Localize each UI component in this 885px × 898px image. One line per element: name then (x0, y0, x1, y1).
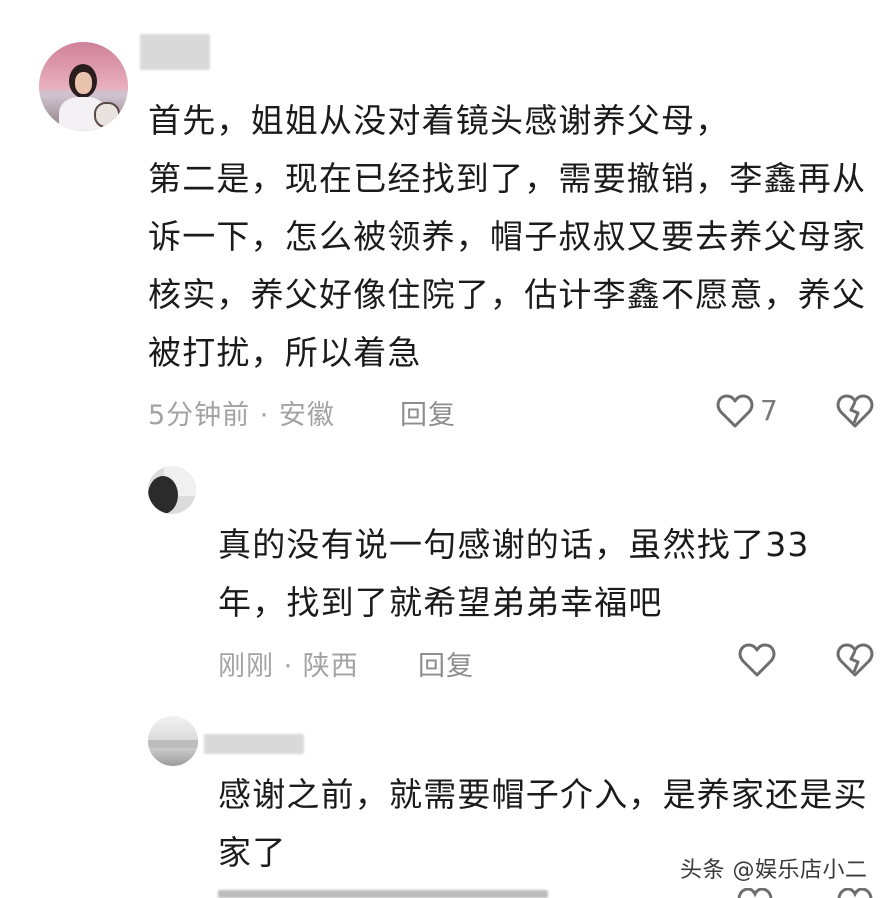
comment-text: 首先，姐姐从没对着镜头感谢养父母， 第二是，现在已经找到了，需要撤销，李鑫再从诉… (148, 101, 867, 372)
comment-meta-partial (218, 890, 548, 898)
avatar[interactable] (148, 466, 196, 514)
reply-button[interactable]: 回复 (418, 644, 474, 683)
like-count: 7 (760, 394, 778, 427)
broken-heart-icon[interactable] (836, 888, 874, 898)
heart-outline-icon[interactable] (738, 642, 776, 678)
avatar-figure (148, 476, 178, 514)
reply-button[interactable]: 回复 (400, 393, 456, 432)
heart-outline-icon[interactable] (716, 393, 754, 429)
comment-text: 真的没有说一句感谢的话，虽然找了33年，找到了就希望弟弟幸福吧 (218, 525, 810, 622)
comment-meta: 刚刚 · 陕西 (218, 651, 359, 682)
heart-outline-icon[interactable] (736, 888, 774, 898)
avatar-dog (94, 102, 120, 128)
avatar-horizon (148, 740, 198, 748)
watermark: 头条 @娱乐店小二 (680, 858, 868, 883)
username-redacted (204, 734, 304, 754)
broken-heart-icon[interactable] (836, 642, 874, 678)
avatar-face (75, 72, 92, 94)
avatar[interactable] (39, 42, 128, 131)
comment-meta: 5分钟前 · 安徽 (148, 400, 335, 431)
username-redacted (140, 34, 210, 70)
avatar[interactable] (148, 716, 198, 766)
broken-heart-icon[interactable] (836, 393, 874, 429)
